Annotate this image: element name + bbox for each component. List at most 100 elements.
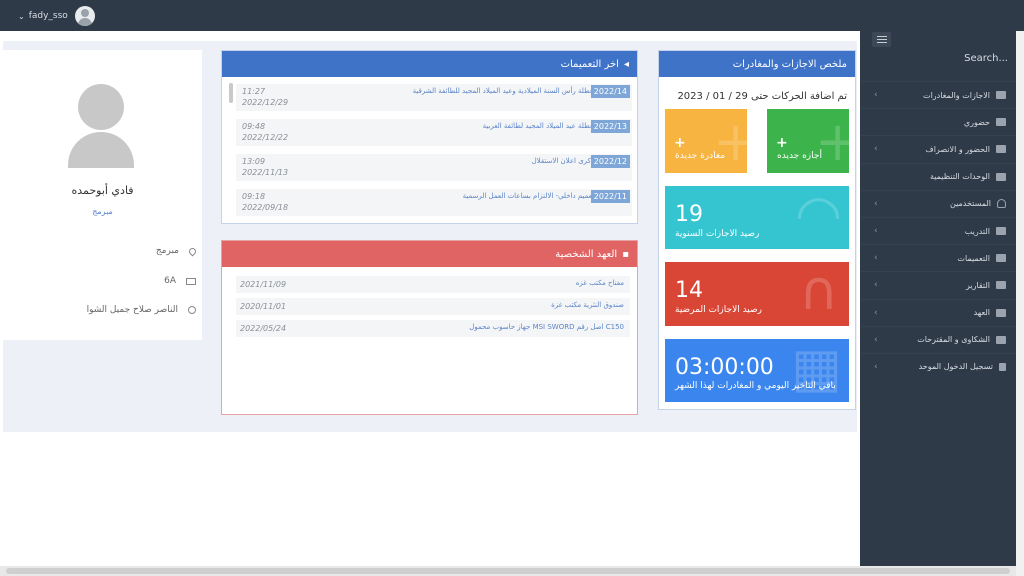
sick-balance-tile: ∩ 14 رصيد الاجازات المرضية bbox=[665, 262, 849, 326]
table-row: 2021/11/09 مفتاح مكتب غزه bbox=[236, 276, 630, 293]
sidebar-item-label: الشكاوى و المقترحات bbox=[917, 335, 990, 345]
sidebar-item-org-units[interactable]: الوحدات التنظيمية bbox=[860, 162, 1016, 190]
avatar[interactable] bbox=[74, 6, 95, 26]
custody-item: جهاز حاسوب محمول MSI SWORD اصل رقم C150 bbox=[469, 323, 624, 331]
sick-balance-label: رصيد الاجازات المرضية bbox=[675, 305, 763, 315]
delay-remaining-label: باقي التاخير اليومي و المغادرات لهذا الش… bbox=[675, 381, 836, 391]
plus-icon: + bbox=[674, 135, 686, 151]
custody-item: مفتاح مكتب غزه bbox=[575, 279, 624, 287]
sidebar-item-label: الوحدات التنظيمية bbox=[929, 172, 990, 182]
user-icon bbox=[188, 306, 196, 314]
circular-number-badge: 2022/11 bbox=[590, 190, 630, 203]
sidebar-item-label: حضوري bbox=[963, 117, 990, 127]
user-icon bbox=[997, 199, 1006, 209]
sidebar-item-vacations[interactable]: ‹ الاجازات والمغادرات bbox=[860, 81, 1016, 108]
sidebar-item-label: العهد bbox=[973, 308, 990, 318]
briefcase-icon: ▪ bbox=[622, 248, 629, 260]
file-icon bbox=[996, 281, 1006, 290]
sidebar-item-label: الحضور و الانصراف bbox=[925, 144, 990, 154]
sidebar-item-complaints[interactable]: ‹ الشكاوى و المقترحات bbox=[860, 325, 1016, 353]
circular-date: 2022/09/18 bbox=[242, 203, 289, 212]
plus-icon: + bbox=[776, 135, 788, 151]
list-item[interactable]: 09:18 2022/09/18 تعميم داخلي- الالتزام ب… bbox=[236, 189, 632, 216]
circulars-title: اخر التعميمات bbox=[560, 58, 619, 70]
sidebar-item-sso[interactable]: ‹ تسجيل الدخول الموحد bbox=[860, 352, 1016, 380]
sidebar-item-users[interactable]: ‹ المستخدمين bbox=[860, 189, 1016, 217]
sidebar-search[interactable]: Search... bbox=[964, 53, 1008, 64]
new-vacation-button[interactable]: + + أجازه جديده bbox=[767, 109, 849, 173]
list-item[interactable]: 09:48 2022/12/22 عطلة عيد الميلاد المجيد… bbox=[236, 119, 632, 146]
map-marker-icon bbox=[187, 246, 198, 256]
sidebar-item-my-attendance[interactable]: حضوري bbox=[860, 108, 1016, 135]
circular-time: 11:27 bbox=[242, 87, 266, 96]
scrollbar-thumb[interactable] bbox=[6, 568, 1010, 574]
circulars-scrollbar[interactable] bbox=[229, 83, 233, 103]
chevron-left-icon: ‹ bbox=[874, 253, 878, 264]
new-vacation-label: أجازه جديده bbox=[777, 151, 822, 161]
sidebar-item-label: التعميمات bbox=[957, 253, 990, 263]
chevron-left-icon: ‹ bbox=[874, 361, 878, 372]
sign-in-icon bbox=[996, 145, 1006, 154]
custody-date: 2020/11/01 bbox=[240, 302, 287, 311]
custody-date: 2021/11/09 bbox=[240, 280, 287, 289]
sidebar-item-label: التقارير bbox=[965, 280, 990, 290]
chevron-left-icon: ‹ bbox=[874, 144, 878, 155]
sidebar-item-custody[interactable]: ‹ العهد bbox=[860, 298, 1016, 326]
sidebar-item-attendance[interactable]: ‹ الحضور و الانصراف bbox=[860, 135, 1016, 162]
graduation-cap-icon bbox=[996, 227, 1006, 236]
profile-email: 6A bbox=[164, 276, 176, 286]
table-row: 2020/11/01 صندوق النثرية مكتب غزة bbox=[236, 298, 630, 315]
vertical-scrollbar[interactable] bbox=[1016, 31, 1024, 576]
circular-title-link[interactable]: تعميم داخلي- الالتزام بساعات العمل الرسم… bbox=[463, 192, 594, 200]
stethoscope-icon: ∩ bbox=[799, 262, 839, 322]
annual-balance-value: 19 bbox=[675, 202, 703, 227]
circular-date: 2022/12/22 bbox=[242, 133, 289, 142]
sidebar-item-label: التدريب bbox=[964, 226, 990, 236]
list-item[interactable]: 13:09 2022/11/13 ذكرى اعلان الاستقلال 20… bbox=[236, 154, 632, 181]
lock-icon bbox=[999, 362, 1006, 371]
circular-title-link[interactable]: ذكرى اعلان الاستقلال bbox=[532, 157, 594, 165]
sidebar-item-circulars[interactable]: ‹ التعميمات bbox=[860, 244, 1016, 271]
bullhorn-icon: ◂ bbox=[623, 58, 629, 70]
sidebar-item-label: الاجازات والمغادرات bbox=[923, 90, 990, 100]
sidebar-item-training[interactable]: ‹ التدريب bbox=[860, 216, 1016, 244]
menu-toggle-icon[interactable] bbox=[872, 32, 891, 47]
user-menu[interactable]: ⌄ fady_sso bbox=[18, 6, 95, 26]
circular-title-link[interactable]: عطلة رأس السنة الميلادية وعيد الميلاد ال… bbox=[413, 87, 594, 95]
circular-number-badge: 2022/12 bbox=[590, 155, 630, 168]
circular-date: 2022/12/29 bbox=[242, 98, 289, 107]
chevron-down-icon: ⌄ bbox=[18, 11, 25, 21]
circulars-header: اخر التعميمات ◂ bbox=[222, 51, 637, 77]
custody-date: 2022/05/24 bbox=[240, 324, 287, 333]
circular-time: 09:48 bbox=[242, 122, 266, 131]
summary-header: ملخص الاجازات والمغادرات bbox=[659, 51, 855, 77]
sidebar-item-reports[interactable]: ‹ التقارير bbox=[860, 271, 1016, 298]
chevron-left-icon: ‹ bbox=[874, 90, 878, 101]
circular-time: 13:09 bbox=[242, 157, 266, 166]
user-name[interactable]: fady_sso bbox=[29, 11, 68, 21]
sidebar-item-label: تسجيل الدخول الموحد bbox=[918, 362, 993, 372]
new-departure-button[interactable]: + + مغادرة جديدة bbox=[665, 109, 747, 173]
envelope-icon bbox=[186, 277, 196, 285]
chevron-left-icon: ‹ bbox=[874, 198, 878, 209]
edit-icon bbox=[996, 335, 1006, 344]
profile-avatar bbox=[68, 84, 134, 168]
annual-balance-tile: ◠ 19 رصيد الاجازات السنوية bbox=[665, 186, 849, 249]
summary-date-line: تم اضافة الحركات حتى 29 / 01 / 2023 bbox=[677, 91, 847, 102]
sidebar: Search... ‹ الاجازات والمغادرات حضوري ‹ ال… bbox=[860, 31, 1016, 576]
horizontal-scrollbar[interactable] bbox=[0, 566, 1016, 576]
chevron-left-icon: ‹ bbox=[874, 307, 878, 318]
circular-number-badge: 2022/14 bbox=[590, 85, 630, 98]
briefcase-icon bbox=[996, 308, 1006, 317]
profile-location: مبرمج bbox=[155, 246, 179, 256]
annual-balance-label: رصيد الاجازات السنوية bbox=[675, 229, 760, 239]
circular-title-link[interactable]: عطلة عيد الميلاد المجيد لطائفة الغربية bbox=[483, 122, 594, 130]
new-departure-label: مغادرة جديدة bbox=[675, 151, 726, 161]
circular-date: 2022/11/13 bbox=[242, 168, 289, 177]
summary-title: ملخص الاجازات والمغادرات bbox=[732, 58, 847, 70]
chevron-left-icon: ‹ bbox=[874, 334, 878, 345]
list-item[interactable]: 11:27 2022/12/29 عطلة رأس السنة الميلادي… bbox=[236, 84, 632, 111]
sick-balance-value: 14 bbox=[675, 278, 703, 303]
calendar-icon bbox=[996, 118, 1006, 127]
circular-number-badge: 2022/13 bbox=[590, 120, 630, 133]
